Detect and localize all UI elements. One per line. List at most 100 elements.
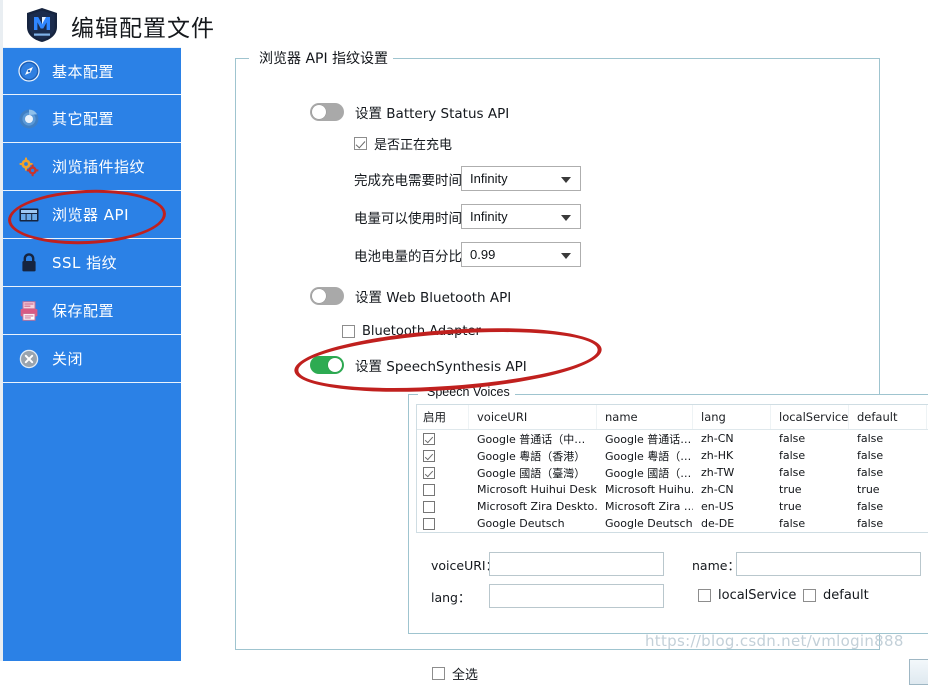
table-row[interactable]: Google Deutsch Google Deutsch de-DE fals… [417, 515, 928, 532]
row-default-cell: false [857, 432, 884, 445]
column-header-enabled[interactable]: 启用 [417, 405, 469, 429]
row-localservice-cell: true [779, 483, 802, 496]
default-checkbox-row: default [803, 588, 869, 603]
name-input[interactable] [736, 552, 921, 576]
default-checkbox[interactable] [803, 589, 816, 602]
chevron-down-icon [561, 176, 571, 183]
sidebar-item-close[interactable]: 关闭 [3, 335, 181, 383]
battery-api-toggle-row: 设置 Battery Status API [310, 102, 509, 122]
row-default-cell: false [857, 449, 884, 462]
localservice-checkbox-label: localService [718, 588, 797, 603]
sidebar-filler [3, 383, 181, 553]
row-localservice-cell: false [779, 466, 806, 479]
row-name-cell: Microsoft Huihu… [605, 483, 693, 496]
row-lang-cell: zh-TW [701, 466, 735, 479]
chevron-down-icon [561, 214, 571, 221]
lang-input[interactable] [489, 584, 664, 608]
sidebar-item-ssl-fingerprint[interactable]: SSL 指纹 [3, 239, 181, 287]
column-header-lang[interactable]: lang [693, 405, 771, 429]
row-enabled-cell [417, 430, 469, 447]
chevron-down-icon [561, 252, 571, 259]
default-checkbox-label: default [823, 588, 869, 603]
charging-time-value: Infinity [470, 171, 508, 186]
charging-checkbox[interactable] [354, 137, 367, 150]
sidebar-item-browser-api[interactable]: 浏览器 API [3, 191, 181, 239]
battery-level-combobox[interactable]: 0.99 [461, 242, 581, 267]
row-voiceuri-cell: Google 普通话（中… [477, 432, 586, 446]
voices-top-line-right [513, 394, 928, 395]
restore-default-button[interactable]: 恢复默认 [909, 659, 928, 685]
row-enable-checkbox[interactable] [423, 466, 435, 479]
charging-checkbox-label: 是否正在充电 [374, 138, 453, 153]
sidebar-item-save-config[interactable]: 保存配置 [3, 287, 181, 335]
select-all-row: 全选 [432, 664, 478, 683]
voiceuri-input[interactable] [489, 552, 664, 576]
bluetooth-adapter-label: Bluetooth Adapter [362, 324, 481, 339]
sidebar-item-label: 浏览插件指纹 [52, 158, 146, 176]
row-voiceuri-cell: Microsoft Zira Deskto… [477, 500, 597, 513]
localservice-checkbox-row: localService [698, 588, 796, 603]
charging-time-row: 完成充电需要时间： Infinity [354, 166, 581, 191]
table-row[interactable]: Google 普通话（中… Google 普通话… zh-CN false fa… [417, 430, 928, 447]
page-title: 编辑配置文件 [71, 16, 215, 42]
bluetooth-api-toggle[interactable] [310, 287, 344, 305]
close-circle-icon [17, 347, 41, 371]
row-enable-checkbox[interactable] [423, 449, 435, 462]
sidebar-item-label: 浏览器 API [52, 206, 129, 224]
row-enable-checkbox[interactable] [423, 500, 435, 513]
table-body: Google 普通话（中… Google 普通话… zh-CN false fa… [417, 430, 928, 532]
sidebar-item-plugin-fingerprint[interactable]: 浏览插件指纹 [3, 143, 181, 191]
groupbox-top-line-left [235, 58, 249, 59]
row-name-cell: Google 國語（… [605, 466, 692, 480]
voices-top-line-left [408, 394, 418, 395]
compass-icon [17, 59, 41, 83]
row-voiceuri-cell: Google 粵語（香港） [477, 449, 586, 463]
sidebar: 基本配置 其它配置 浏览插件指纹 浏览器 API SSL 指纹 保存配置 关闭 [3, 47, 181, 661]
name-field-label: name： [692, 557, 740, 573]
row-name-cell: Microsoft Zira … [605, 500, 693, 513]
speech-voices-table: 启用 voiceURI name lang localService defau… [416, 404, 928, 533]
column-header-default[interactable]: default [849, 405, 927, 429]
column-header-localservice[interactable]: localService [771, 405, 849, 429]
row-localservice-cell: true [779, 500, 802, 513]
speech-voices-groupbox: Speech Voices 启用 voiceURI name lang loca… [408, 385, 928, 685]
sidebar-item-basic-config[interactable]: 基本配置 [3, 47, 181, 95]
row-name-cell: Google Deutsch [605, 517, 693, 530]
table-row[interactable]: Microsoft Huihui Desk… Microsoft Huihu… … [417, 481, 928, 498]
select-all-checkbox[interactable] [432, 667, 445, 680]
battery-api-toggle[interactable] [310, 103, 344, 121]
column-header-voiceuri[interactable]: voiceURI [469, 405, 597, 429]
discharging-time-combobox[interactable]: Infinity [461, 204, 581, 229]
row-enable-checkbox[interactable] [423, 432, 435, 445]
row-enabled-cell [417, 464, 469, 481]
row-lang-cell: zh-HK [701, 449, 734, 462]
edit-profile-window: 编辑配置文件 基本配置 其它配置 浏览插件指纹 浏览器 API SSL 指纹 保… [0, 0, 928, 685]
sidebar-item-other-config[interactable]: 其它配置 [3, 95, 181, 143]
lang-field-label: lang： [431, 589, 471, 605]
row-enable-checkbox[interactable] [423, 483, 435, 496]
sidebar-item-label: SSL 指纹 [52, 254, 118, 272]
table-row[interactable]: Microsoft Zira Deskto… Microsoft Zira … … [417, 498, 928, 515]
row-enabled-cell [417, 498, 469, 515]
voiceuri-field-row: voiceURI： [431, 552, 664, 576]
table-row[interactable]: Google 國語（臺灣） Google 國語（… zh-TW false fa… [417, 464, 928, 481]
bluetooth-adapter-checkbox[interactable] [342, 325, 355, 338]
column-header-name[interactable]: name [597, 405, 693, 429]
battery-level-value: 0.99 [470, 247, 496, 262]
row-enable-checkbox[interactable] [423, 517, 435, 530]
speech-synthesis-api-toggle[interactable] [310, 356, 344, 374]
row-localservice-cell: false [779, 432, 806, 445]
gears-icon [17, 155, 41, 179]
row-default-cell: false [857, 500, 884, 513]
charging-time-combobox[interactable]: Infinity [461, 166, 581, 191]
sidebar-item-label: 基本配置 [52, 62, 115, 81]
browser-api-groupbox: 浏览器 API 指纹设置 设置 Battery Status API 是否正在充… [235, 48, 928, 685]
row-default-cell: false [857, 517, 884, 530]
chrome-icon [17, 107, 41, 131]
row-lang-cell: en-US [701, 500, 734, 513]
row-localservice-cell: false [779, 449, 806, 462]
table-row[interactable]: Google 粵語（香港） Google 粵語（… zh-HK false fa… [417, 447, 928, 464]
localservice-checkbox[interactable] [698, 589, 711, 602]
table-header-row: 启用 voiceURI name lang localService defau… [417, 405, 928, 430]
charging-checkbox-row: 是否正在充电 [354, 134, 452, 153]
